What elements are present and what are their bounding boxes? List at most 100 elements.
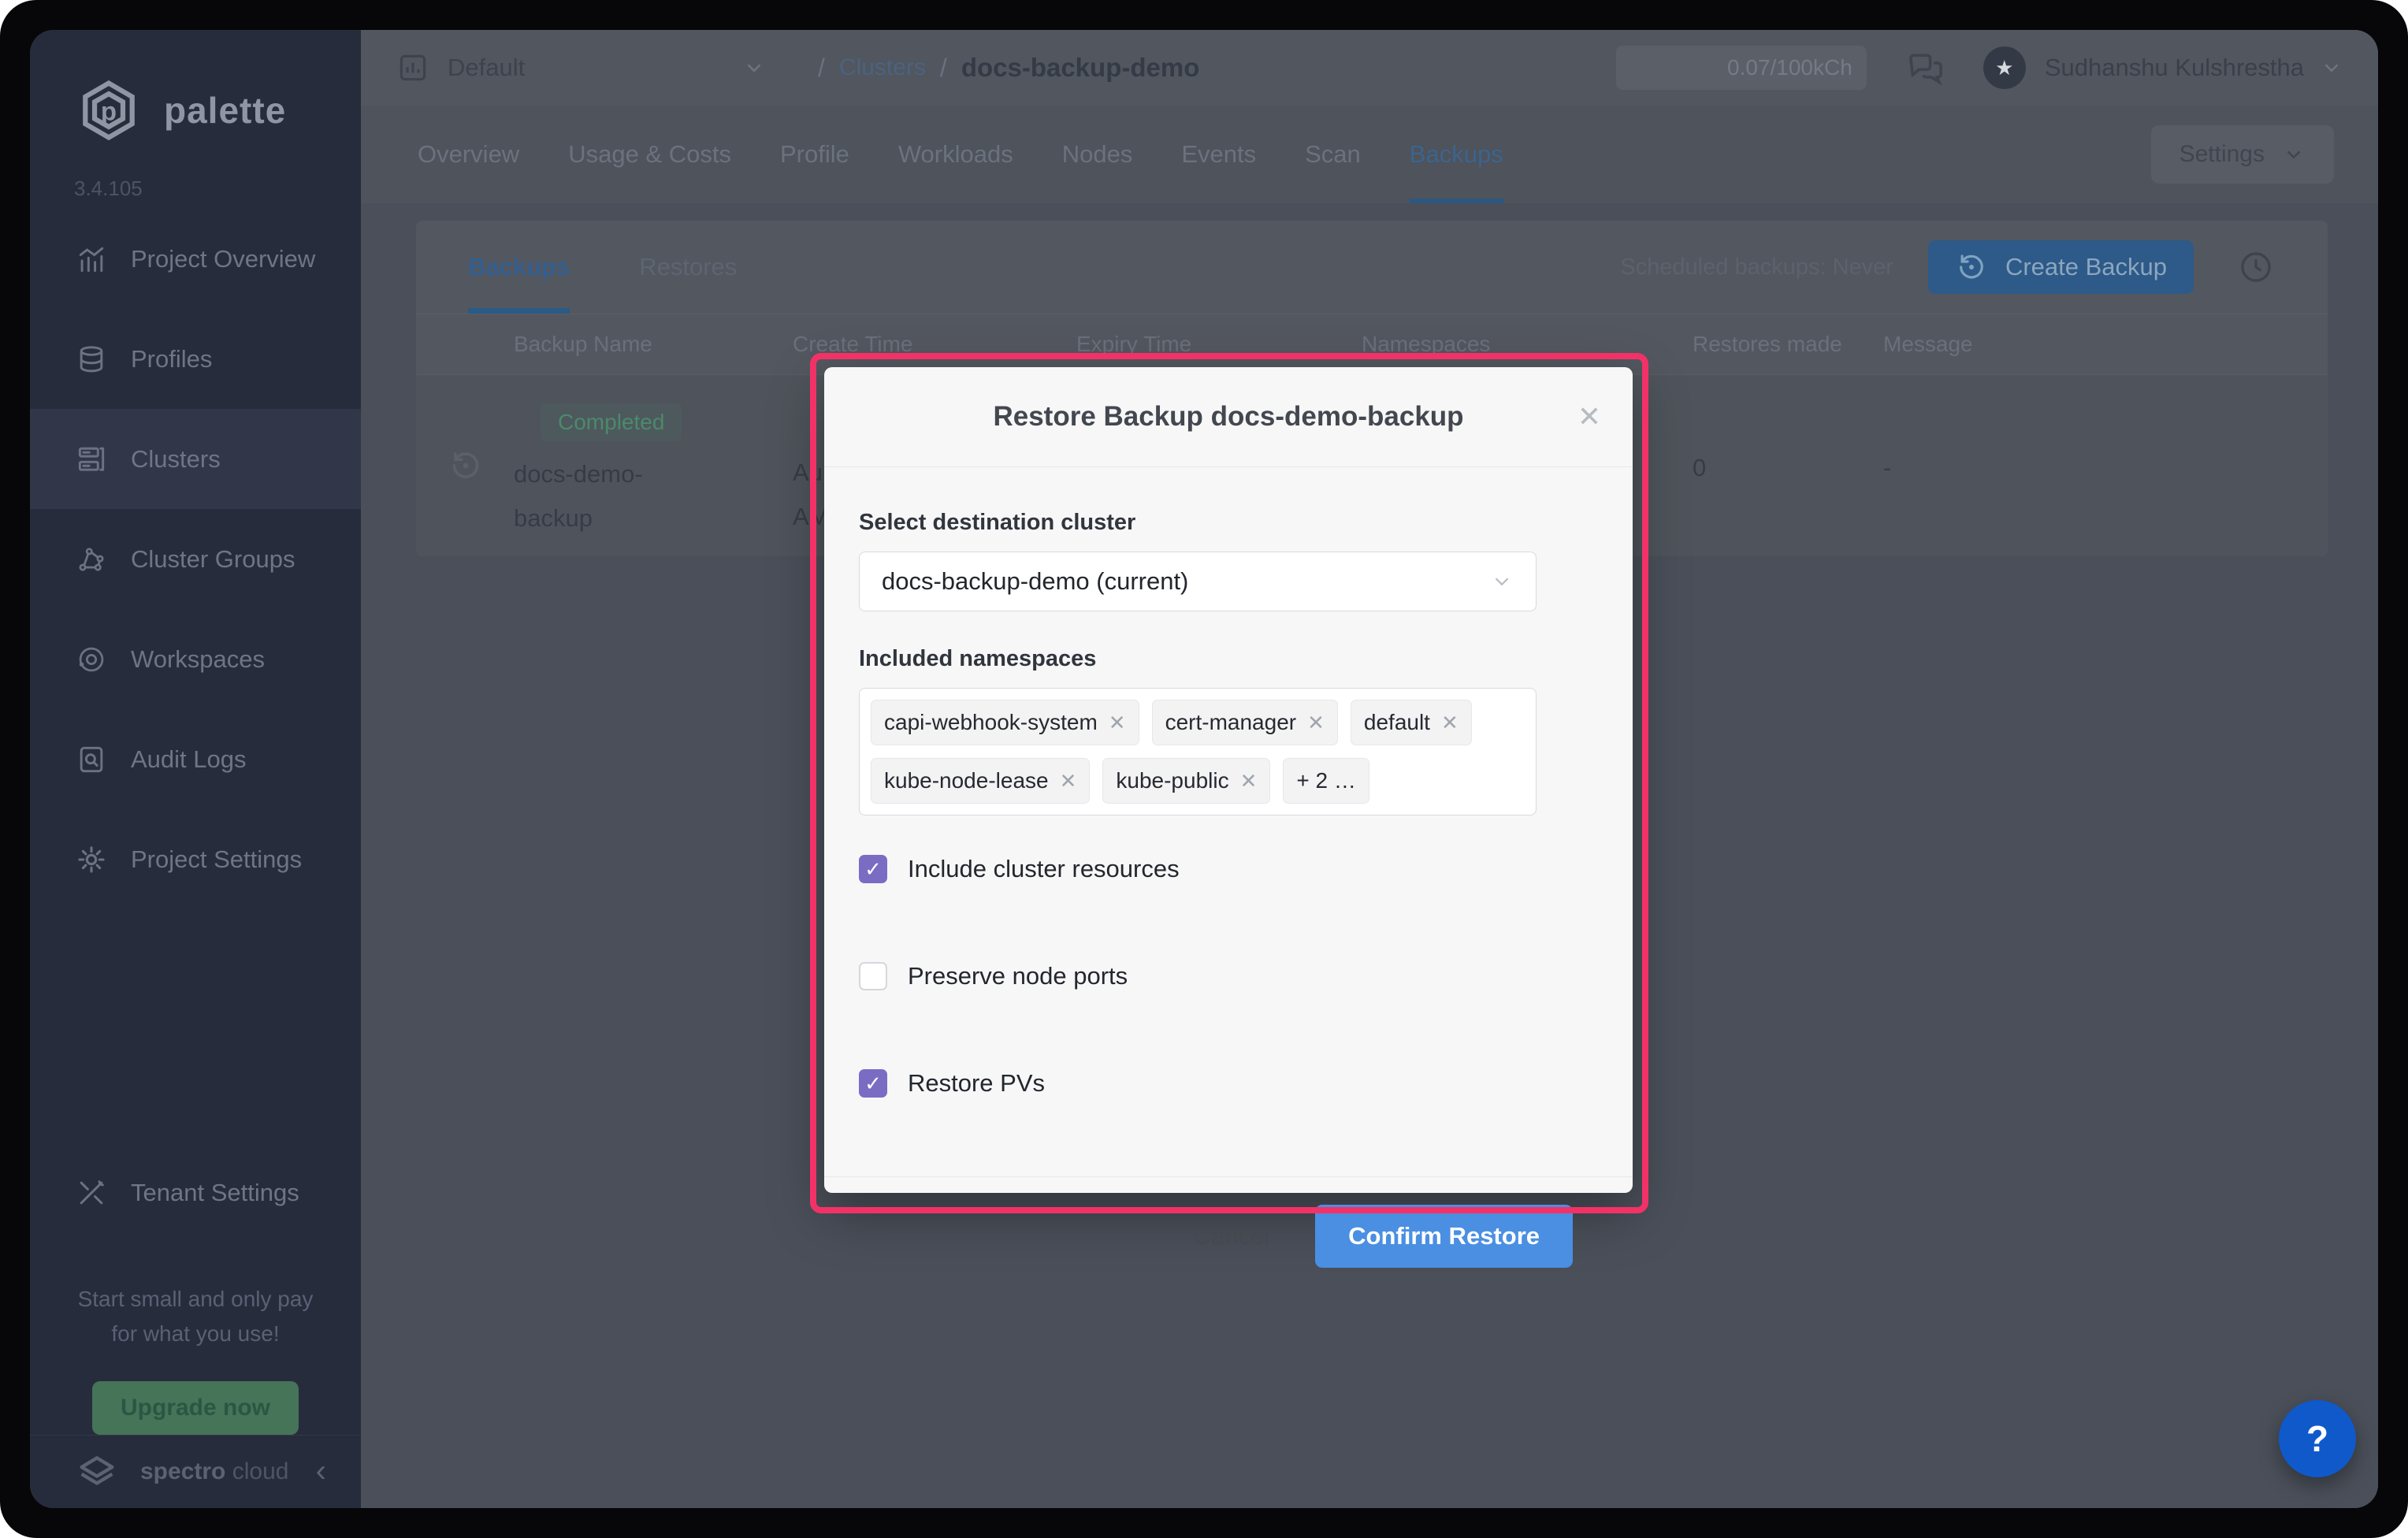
- checkbox-restore-pvs[interactable]: ✓: [859, 1069, 887, 1098]
- brand-name: palette: [164, 89, 286, 132]
- sidebar-item-clusters[interactable]: Clusters: [30, 409, 361, 509]
- namespace-more-tag[interactable]: + 2 …: [1283, 758, 1369, 804]
- column-header-message: Message: [1883, 332, 1973, 357]
- tools-icon: [74, 1176, 109, 1210]
- cancel-button[interactable]: Cancel: [1194, 1222, 1270, 1250]
- modal-title: Restore Backup docs-demo-backup: [993, 401, 1463, 433]
- checkbox-preserve-node-ports[interactable]: [859, 962, 887, 990]
- column-header-namespaces: Namespaces: [1362, 332, 1490, 357]
- footer-brand-light: cloud: [232, 1458, 289, 1484]
- tab-profile[interactable]: Profile: [780, 106, 849, 203]
- breadcrumb: / Clusters / docs-backup-demo: [804, 53, 1199, 83]
- sidebar-item-label: Profiles: [131, 345, 212, 373]
- breadcrumb-separator: /: [940, 54, 947, 83]
- clock-icon[interactable]: [2236, 247, 2276, 287]
- settings-button-label: Settings: [2179, 141, 2265, 168]
- backup-name[interactable]: docs-demo- backup: [514, 452, 682, 541]
- sidebar-item-tenant-settings[interactable]: Tenant Settings: [30, 1142, 361, 1243]
- brand: p palette: [30, 30, 361, 145]
- chat-icon[interactable]: [1904, 46, 1947, 89]
- remove-tag-icon[interactable]: ✕: [1307, 711, 1325, 735]
- sidebar: p palette 3.4.105 Project Overview Profil…: [30, 30, 361, 1508]
- checkbox-row-preserve-node-ports: Preserve node ports: [859, 962, 1598, 990]
- create-backup-button[interactable]: Create Backup: [1928, 240, 2194, 294]
- sidebar-footer: spectro cloud ‹: [30, 1435, 361, 1508]
- backup-name-cell: Completed docs-demo- backup: [514, 403, 682, 541]
- checkbox-include-cluster-resources[interactable]: ✓: [859, 855, 887, 883]
- included-namespaces-label: Included namespaces: [859, 646, 1598, 672]
- restore-backup-icon[interactable]: [448, 448, 484, 484]
- sidebar-item-project-overview[interactable]: Project Overview: [30, 209, 361, 309]
- breadcrumb-current: docs-backup-demo: [961, 53, 1200, 83]
- tab-overview[interactable]: Overview: [418, 106, 519, 203]
- confirm-restore-button[interactable]: Confirm Restore: [1315, 1205, 1573, 1268]
- remove-tag-icon[interactable]: ✕: [1060, 769, 1077, 793]
- included-namespaces-box[interactable]: capi-webhook-system✕cert-manager✕default…: [859, 688, 1537, 815]
- backup-name-line1: docs-demo-: [514, 452, 682, 496]
- orbit-icon: [74, 642, 109, 677]
- tab-workloads[interactable]: Workloads: [898, 106, 1013, 203]
- column-header-backup-name: Backup Name: [514, 332, 652, 357]
- checkbox-row-restore-pvs: ✓Restore PVs: [859, 1069, 1598, 1098]
- namespace-tag-kube-public: kube-public✕: [1102, 758, 1270, 804]
- remove-tag-icon[interactable]: ✕: [1441, 711, 1459, 735]
- destination-cluster-label: Select destination cluster: [859, 510, 1598, 536]
- breadcrumb-clusters-link[interactable]: Clusters: [839, 54, 926, 81]
- remove-tag-icon[interactable]: ✕: [1109, 711, 1126, 735]
- promo-line-2: for what you use!: [30, 1317, 361, 1351]
- chevron-down-icon: [1490, 570, 1514, 593]
- palette-logo-icon: p: [74, 76, 143, 145]
- project-selector-value: Default: [448, 54, 525, 82]
- status-badge: Completed: [541, 403, 682, 441]
- sidebar-item-profiles[interactable]: Profiles: [30, 309, 361, 409]
- topbar-right: 0.07/100kCh ★ Sudhanshu Kulshrestha: [1616, 46, 2343, 90]
- destination-cluster-value: docs-backup-demo (current): [882, 567, 1188, 596]
- settings-button[interactable]: Settings: [2151, 125, 2334, 184]
- namespace-tag-capi-webhook-system: capi-webhook-system✕: [871, 700, 1139, 745]
- restore-backup-modal: Restore Backup docs-demo-backup ✕ Select…: [824, 367, 1633, 1193]
- help-button[interactable]: ?: [2279, 1400, 2356, 1477]
- subtab-backups[interactable]: Backups: [468, 221, 570, 314]
- avatar[interactable]: ★: [1983, 46, 2026, 89]
- scheduled-backups-text: Scheduled backups: Never: [1620, 254, 1893, 280]
- backups-panel-actions: Scheduled backups: Never Create Backup: [1620, 240, 2276, 294]
- modal-header: Restore Backup docs-demo-backup ✕: [824, 367, 1633, 467]
- sidebar-item-label: Project Overview: [131, 245, 315, 273]
- sidebar-collapse-icon[interactable]: ‹: [316, 1454, 326, 1489]
- cluster-tabbar: Overview Usage & Costs Profile Workloads Nod…: [361, 106, 2378, 203]
- subtab-restores[interactable]: Restores: [639, 221, 737, 314]
- sidebar-item-label: Tenant Settings: [131, 1179, 299, 1207]
- user-name[interactable]: Sudhanshu Kulshrestha: [2045, 54, 2304, 82]
- create-backup-label: Create Backup: [2005, 253, 2167, 281]
- spectro-cloud-logo-icon: [74, 1449, 120, 1495]
- sidebar-item-workspaces[interactable]: Workspaces: [30, 609, 361, 709]
- sidebar-item-label: Cluster Groups: [131, 545, 295, 574]
- tab-backups[interactable]: Backups: [1410, 106, 1503, 203]
- tab-scan[interactable]: Scan: [1305, 106, 1361, 203]
- doc-search-icon: [74, 742, 109, 777]
- tab-events[interactable]: Events: [1181, 106, 1256, 203]
- backup-name-line2: backup: [514, 496, 682, 541]
- breadcrumb-separator: /: [818, 54, 825, 83]
- sidebar-item-label: Clusters: [131, 445, 221, 474]
- namespace-tag-label: kube-node-lease: [884, 768, 1049, 793]
- sidebar-item-project-settings[interactable]: Project Settings: [30, 809, 361, 909]
- destination-cluster-select[interactable]: docs-backup-demo (current): [859, 552, 1537, 611]
- message-cell: -: [1883, 454, 1891, 482]
- namespace-tag-kube-node-lease: kube-node-lease ✕: [871, 758, 1090, 804]
- layers-icon: [74, 342, 109, 377]
- sidebar-item-audit-logs[interactable]: Audit Logs: [30, 709, 361, 809]
- project-selector[interactable]: Default: [396, 50, 766, 85]
- tab-nodes[interactable]: Nodes: [1062, 106, 1133, 203]
- column-header-restores-made: Restores made: [1693, 332, 1842, 357]
- namespace-tag-cert-manager: cert-manager✕: [1152, 700, 1338, 745]
- upgrade-now-button[interactable]: Upgrade now: [92, 1381, 299, 1435]
- screenshot-canvas: p palette 3.4.105 Project Overview Profil…: [0, 0, 2408, 1538]
- remove-tag-icon[interactable]: ✕: [1240, 769, 1258, 793]
- close-icon[interactable]: ✕: [1577, 400, 1601, 433]
- checkbox-row-include-cluster-resources: ✓Include cluster resources: [859, 855, 1598, 883]
- tab-usage-costs[interactable]: Usage & Costs: [568, 106, 731, 203]
- sidebar-item-cluster-groups[interactable]: Cluster Groups: [30, 509, 361, 609]
- chevron-down-icon[interactable]: [2320, 56, 2343, 80]
- app-version: 3.4.105: [74, 176, 361, 201]
